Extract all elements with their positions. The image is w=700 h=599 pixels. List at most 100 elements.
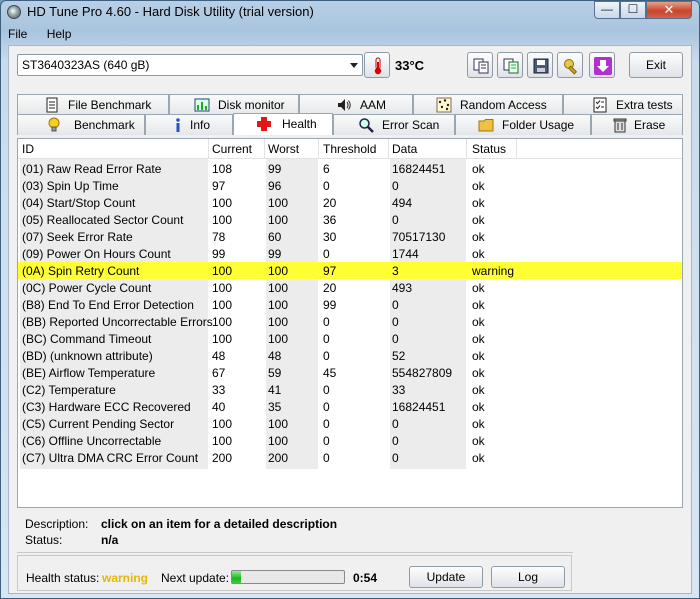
table-row[interactable]: (BB) Reported Uncorrectable Errors 100 100… xyxy=(18,313,682,330)
table-row[interactable]: (BE) Airflow Temperature 67 59 45 554827809 o… xyxy=(18,364,682,381)
cell-data: 554827809 xyxy=(392,366,453,380)
table-row[interactable]: (0C) Power Cycle Count 100 100 20 493 ok xyxy=(18,279,682,296)
tab-health[interactable]: Health xyxy=(233,113,333,135)
cell-status: ok xyxy=(472,332,485,346)
cell-id: (BB) Reported Uncorrectable Errors xyxy=(22,315,213,329)
cell-data: 3 xyxy=(392,264,399,278)
tab-extra-tests[interactable]: Extra tests xyxy=(563,94,683,115)
table-row[interactable]: (0A) Spin Retry Count 100 100 97 3 warning xyxy=(18,262,682,279)
download-button[interactable] xyxy=(589,52,615,78)
title-bar: HD Tune Pro 4.60 - Hard Disk Utility (tr… xyxy=(1,1,699,23)
countdown-timer: 0:54 xyxy=(353,571,378,585)
table-row[interactable]: (C2) Temperature 33 41 0 33 ok xyxy=(18,381,682,398)
close-button[interactable]: ✕ xyxy=(646,1,692,19)
log-button[interactable]: Log xyxy=(491,566,565,588)
cell-data: 16824451 xyxy=(392,400,446,414)
tab-label: Erase xyxy=(634,118,666,132)
cell-worst: 60 xyxy=(268,230,282,244)
copy-all-button[interactable] xyxy=(497,52,523,78)
tab-label: Folder Usage xyxy=(502,118,575,132)
table-row[interactable]: (BD) (unknown attribute) 48 48 0 52 ok xyxy=(18,347,682,364)
table-row[interactable]: (03) Spin Up Time 97 96 0 0 ok xyxy=(18,177,682,194)
tab-label: Extra tests xyxy=(616,98,673,112)
table-row[interactable]: (C6) Offline Uncorrectable 100 100 0 0 ok xyxy=(18,432,682,449)
cell-current: 40 xyxy=(212,400,226,414)
status-value: n/a xyxy=(101,533,119,547)
table-row[interactable]: (01) Raw Read Error Rate 108 99 6 16824451 ok xyxy=(18,160,682,177)
table-row[interactable]: (C5) Current Pending Sector 100 100 0 0 ok xyxy=(18,415,682,432)
menu-help[interactable]: Help xyxy=(47,27,72,41)
status-label: Status: xyxy=(25,533,63,547)
copy-info-button[interactable] xyxy=(467,52,493,78)
cell-worst: 100 xyxy=(268,196,289,210)
next-update-progress xyxy=(231,570,345,584)
monitor-chart-icon xyxy=(194,98,210,112)
cell-id: (09) Power On Hours Count xyxy=(22,247,171,261)
cell-threshold: 0 xyxy=(323,247,330,261)
cell-worst: 59 xyxy=(268,366,282,380)
tab-error-scan[interactable]: Error Scan xyxy=(333,114,455,135)
cell-status: ok xyxy=(472,179,485,193)
cell-data: 494 xyxy=(392,196,413,210)
cell-data: 0 xyxy=(392,332,399,346)
temperature-button[interactable] xyxy=(364,52,390,78)
table-row[interactable]: (BC) Command Timeout 100 100 0 0 ok xyxy=(18,330,682,347)
maximize-button[interactable]: ☐ xyxy=(620,1,646,19)
cell-current: 78 xyxy=(212,230,226,244)
tab-aam[interactable]: AAM xyxy=(299,94,413,115)
cell-threshold: 30 xyxy=(323,230,337,244)
drive-dropdown[interactable]: ST3640323AS (640 gB) xyxy=(17,54,363,76)
cell-status: ok xyxy=(472,230,485,244)
table-row[interactable]: (07) Seek Error Rate 78 60 30 70517130 ok xyxy=(18,228,682,245)
cell-data: 0 xyxy=(392,213,399,227)
table-row[interactable]: (09) Power On Hours Count 99 99 0 1744 ok xyxy=(18,245,682,262)
column-header-data[interactable]: Data xyxy=(392,142,417,156)
tab-disk-monitor[interactable]: Disk monitor xyxy=(169,94,299,115)
progress-fill xyxy=(232,571,241,583)
table-row[interactable]: (B8) End To End Error Detection 100 100 99 0… xyxy=(18,296,682,313)
health-status-value: warning xyxy=(102,571,149,585)
window-title: HD Tune Pro 4.60 - Hard Disk Utility (tr… xyxy=(27,4,314,19)
wrench-settings-icon xyxy=(564,59,578,75)
lightbulb-icon xyxy=(48,117,60,132)
cell-status: ok xyxy=(472,366,485,380)
column-header-threshold[interactable]: Threshold xyxy=(323,142,376,156)
cell-threshold: 0 xyxy=(323,400,330,414)
column-header-id[interactable]: ID xyxy=(22,142,34,156)
folder-icon xyxy=(478,119,494,132)
cell-data: 493 xyxy=(392,281,413,295)
tab-file-benchmark[interactable]: File Benchmark xyxy=(17,94,169,115)
description-value: click on an item for a detailed descript… xyxy=(101,517,338,531)
cell-status: ok xyxy=(472,162,485,176)
tab-label: Health xyxy=(282,117,317,131)
tab-benchmark[interactable]: Benchmark xyxy=(17,114,145,135)
options-button[interactable] xyxy=(557,52,583,78)
column-header-worst[interactable]: Worst xyxy=(268,142,299,156)
menu-file[interactable]: File xyxy=(8,27,27,41)
table-row[interactable]: (C3) Hardware ECC Recovered 40 35 0 16824451… xyxy=(18,398,682,415)
column-header-current[interactable]: Current xyxy=(212,142,252,156)
table-row[interactable]: (04) Start/Stop Count 100 100 20 494 ok xyxy=(18,194,682,211)
column-header-status[interactable]: Status xyxy=(472,142,506,156)
save-button[interactable] xyxy=(527,52,553,78)
cell-id: (04) Start/Stop Count xyxy=(22,196,136,210)
tab-erase[interactable]: Erase xyxy=(591,114,683,135)
tab-random-access[interactable]: Random Access xyxy=(413,94,563,115)
cell-status: ok xyxy=(472,434,485,448)
cell-current: 67 xyxy=(212,366,226,380)
copy-icon xyxy=(473,58,489,74)
table-row[interactable]: (05) Reallocated Sector Count 100 100 36 0 ok xyxy=(18,211,682,228)
exit-button[interactable]: Exit xyxy=(629,52,683,78)
cell-threshold: 45 xyxy=(323,366,337,380)
cell-status: ok xyxy=(472,400,485,414)
minimize-button[interactable]: — xyxy=(594,1,620,19)
tab-label: Info xyxy=(190,118,211,132)
tab-info[interactable]: Info xyxy=(145,114,233,135)
table-row[interactable]: (C7) Ultra DMA CRC Error Count 200 200 0 0 ok xyxy=(18,449,682,466)
smart-attributes-table[interactable]: ID Current Worst Threshold Data Status (… xyxy=(17,138,683,508)
cell-status: ok xyxy=(472,383,485,397)
temperature-readout: 33°C xyxy=(395,58,425,73)
cell-status: ok xyxy=(472,213,485,227)
update-button[interactable]: Update xyxy=(409,566,483,588)
tab-folder-usage[interactable]: Folder Usage xyxy=(455,114,591,135)
